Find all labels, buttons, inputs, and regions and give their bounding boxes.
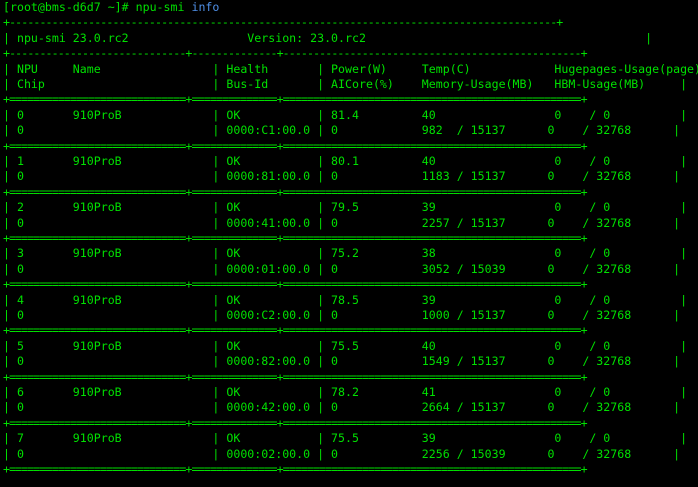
table-divider: +=============================+=========…: [3, 415, 588, 430]
table-divider: +=============================+=========…: [3, 369, 588, 384]
npu-row-5-chip: | 5 910ProB | OK | 75.5 40 0 / 0 |: [3, 338, 688, 353]
table-divider: +=============================+=========…: [3, 231, 588, 245]
command-argument: info: [191, 0, 220, 14]
table-divider: +=============================+=========…: [3, 323, 588, 338]
npu-row-2-bus: | 0 | 0000:41:00.0 | 0 2257 / 15137 0 / …: [3, 215, 681, 230]
terminal-window[interactable]: [root@bms-d6d7 ~]# npu-smi info +-------…: [0, 0, 698, 487]
npu-row-7-chip: | 7 910ProB | OK | 75.5 39 0 / 0 |: [3, 431, 688, 446]
npu-row-2-chip: | 2 910ProB | OK | 79.5 39 0 / 0 |: [3, 200, 688, 215]
npu-row-3-bus: | 0 | 0000:01:00.0 | 0 3052 / 15039 0 / …: [3, 261, 681, 276]
header-row-2: | Chip | Bus-Id | AICore(%) Memory-Usage…: [3, 77, 688, 91]
table-divider: +=============================+=========…: [3, 92, 588, 107]
table-divider: +=============================+=========…: [3, 138, 588, 153]
table-divider: +=============================+=========…: [3, 277, 588, 292]
npu-row-7-bus: | 0 | 0000:02:00.0 | 0 2256 / 15039 0 / …: [3, 446, 681, 461]
npu-row-4-bus: | 0 | 0000:C2:00.0 | 0 1000 / 15137 0 / …: [3, 308, 681, 322]
table-border: +---------------------------------------…: [3, 15, 563, 30]
header-row-1: | NPU Name | Health | Power(W) Temp(C) H…: [3, 61, 698, 76]
table-divider: +=============================+=========…: [3, 184, 588, 199]
npu-row-6-chip: | 6 910ProB | OK | 78.2 41 0 / 0 |: [3, 385, 688, 399]
npu-row-3-chip: | 3 910ProB | OK | 75.2 38 0 / 0 |: [3, 246, 688, 261]
table-border: +-----------------------------+---------…: [3, 46, 588, 61]
version-line: | npu-smi 23.0.rc2 Version: 23.0.rc2 |: [3, 30, 653, 45]
npu-row-5-bus: | 0 | 0000:82:00.0 | 0 1549 / 15137 0 / …: [3, 354, 681, 369]
npu-row-1-chip: | 1 910ProB | OK | 80.1 40 0 / 0 |: [3, 154, 688, 168]
npu-row-6-bus: | 0 | 0000:42:00.0 | 0 2664 / 15137 0 / …: [3, 400, 681, 415]
npu-row-0-chip: | 0 910ProB | OK | 81.4 40 0 / 0 |: [3, 107, 688, 122]
npu-row-0-bus: | 0 | 0000:C1:00.0 | 0 982 / 15137 0 / 3…: [3, 123, 681, 138]
command-prompt: [root@bms-d6d7 ~]# npu-smi info: [3, 0, 219, 15]
npu-row-1-bus: | 0 | 0000:81:00.0 | 0 1183 / 15137 0 / …: [3, 169, 681, 184]
prompt-text: [root@bms-d6d7 ~]# npu-smi: [3, 0, 192, 14]
npu-row-4-chip: | 4 910ProB | OK | 78.5 39 0 / 0 |: [3, 292, 688, 307]
table-divider: +=============================+=========…: [3, 462, 588, 476]
